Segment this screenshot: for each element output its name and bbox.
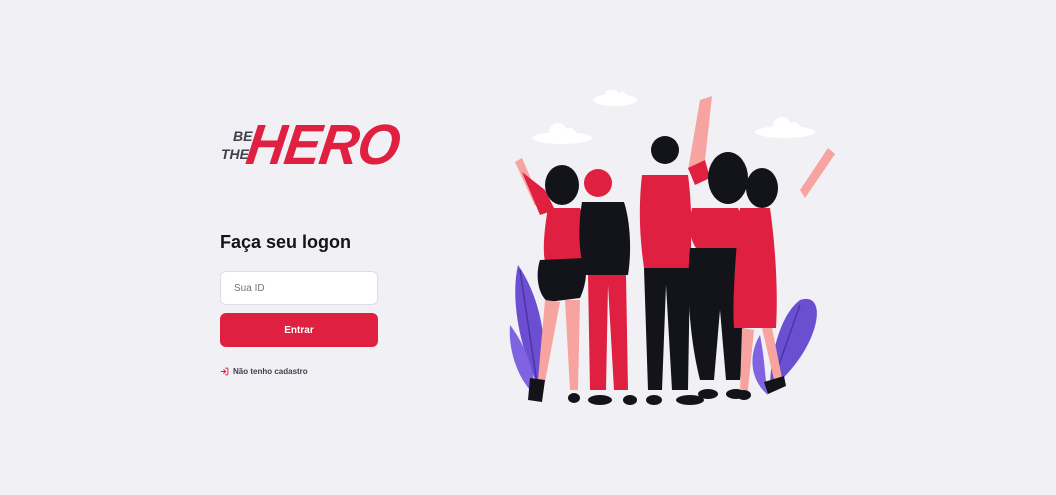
- person-figure: [579, 169, 637, 405]
- heroes-group-illustration: [509, 90, 835, 405]
- logo-hero-text: HERO: [242, 113, 404, 177]
- log-in-icon: [220, 367, 229, 376]
- register-link[interactable]: Não tenho cadastro: [220, 367, 308, 376]
- logon-title: Faça seu logon: [220, 232, 352, 252]
- cloud-icon: [532, 90, 815, 144]
- submit-button[interactable]: Entrar: [220, 313, 378, 347]
- id-input[interactable]: [220, 271, 378, 305]
- be-the-hero-logo: BE THE HERO: [220, 114, 403, 179]
- register-link-label: Não tenho cadastro: [233, 367, 308, 376]
